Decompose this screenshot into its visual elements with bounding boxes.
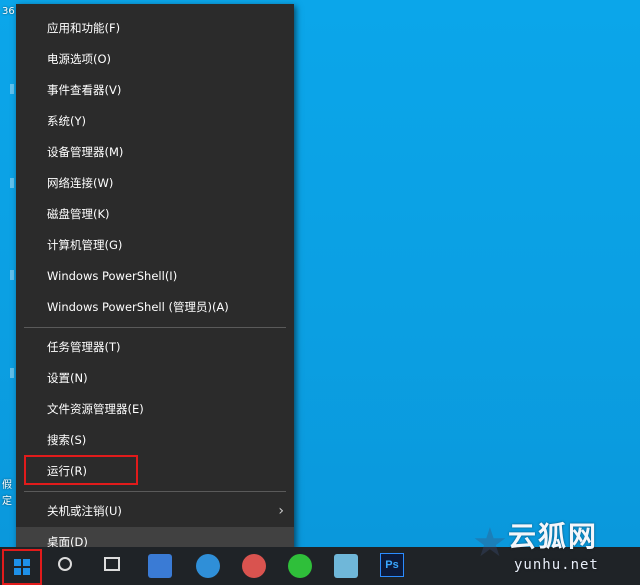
menu-item-file-explorer[interactable]: 文件资源管理器(E)	[16, 394, 294, 425]
menu-item-task-manager[interactable]: 任务管理器(T)	[16, 332, 294, 363]
watermark-title: 云狐网	[508, 520, 599, 553]
wechat-icon[interactable]	[288, 554, 312, 578]
star-icon: ★	[472, 520, 508, 566]
menu-item-label: 网络连接(W)	[47, 176, 114, 190]
menu-item-label: 任务管理器(T)	[47, 340, 121, 354]
menu-item-settings[interactable]: 设置(N)	[16, 363, 294, 394]
menu-item-label: 设备管理器(M)	[47, 145, 124, 159]
menu-item-label: 磁盘管理(K)	[47, 207, 110, 221]
menu-separator	[24, 327, 286, 328]
photoshop-label: Ps	[385, 559, 399, 571]
photoshop-icon[interactable]: Ps	[380, 553, 404, 577]
run-highlight-box	[24, 455, 138, 485]
menu-item-label: 文件资源管理器(E)	[47, 402, 144, 416]
browser-icon[interactable]	[196, 554, 220, 578]
menu-item-computer-management[interactable]: 计算机管理(G)	[16, 230, 294, 261]
menu-item-power-options[interactable]: 电源选项(O)	[16, 44, 294, 75]
desktop-label-2: 假	[2, 480, 12, 491]
menu-separator	[24, 491, 286, 492]
menu-item-label: 应用和功能(F)	[47, 21, 121, 35]
menu-item-label: Windows PowerShell(I)	[47, 269, 178, 283]
windows-logo-icon	[14, 559, 30, 575]
menu-item-event-viewer[interactable]: 事件查看器(V)	[16, 75, 294, 106]
menu-item-search[interactable]: 搜索(S)	[16, 425, 294, 456]
task-view-icon[interactable]	[104, 557, 120, 571]
menu-item-label: 搜索(S)	[47, 433, 87, 447]
menu-item-system[interactable]: 系统(Y)	[16, 106, 294, 137]
desktop-icon-fragment	[10, 178, 14, 188]
desktop-icon-fragment	[10, 84, 14, 94]
file-explorer-icon[interactable]	[148, 554, 172, 578]
menu-item-shutdown-signout[interactable]: 关机或注销(U) ›	[16, 496, 294, 527]
menu-item-label: 关机或注销(U)	[47, 504, 122, 518]
desktop-label-1: 36	[2, 6, 15, 17]
search-icon[interactable]	[58, 557, 72, 571]
menu-item-label: 系统(Y)	[47, 114, 86, 128]
desktop-icon-fragment	[10, 270, 14, 280]
watermark-url: yunhu.net	[514, 557, 599, 573]
chevron-right-icon: ›	[278, 503, 284, 519]
menu-item-network-connections[interactable]: 网络连接(W)	[16, 168, 294, 199]
start-button[interactable]	[2, 549, 42, 585]
notepad-icon[interactable]	[334, 554, 358, 578]
menu-item-label: 事件查看器(V)	[47, 83, 122, 97]
app-icon[interactable]	[242, 554, 266, 578]
desktop-label-3: 定	[2, 496, 12, 507]
menu-item-powershell[interactable]: Windows PowerShell(I)	[16, 261, 294, 292]
menu-item-apps-features[interactable]: 应用和功能(F)	[16, 13, 294, 44]
menu-item-label: 计算机管理(G)	[47, 238, 123, 252]
watermark: ★ 云狐网 yunhu.net	[472, 521, 632, 581]
desktop-icon-fragment	[10, 368, 14, 378]
menu-item-label: Windows PowerShell (管理员)(A)	[47, 300, 229, 314]
menu-item-label: 电源选项(O)	[47, 52, 112, 66]
menu-item-powershell-admin[interactable]: Windows PowerShell (管理员)(A)	[16, 292, 294, 323]
menu-item-disk-management[interactable]: 磁盘管理(K)	[16, 199, 294, 230]
menu-item-device-manager[interactable]: 设备管理器(M)	[16, 137, 294, 168]
menu-item-label: 设置(N)	[47, 371, 88, 385]
